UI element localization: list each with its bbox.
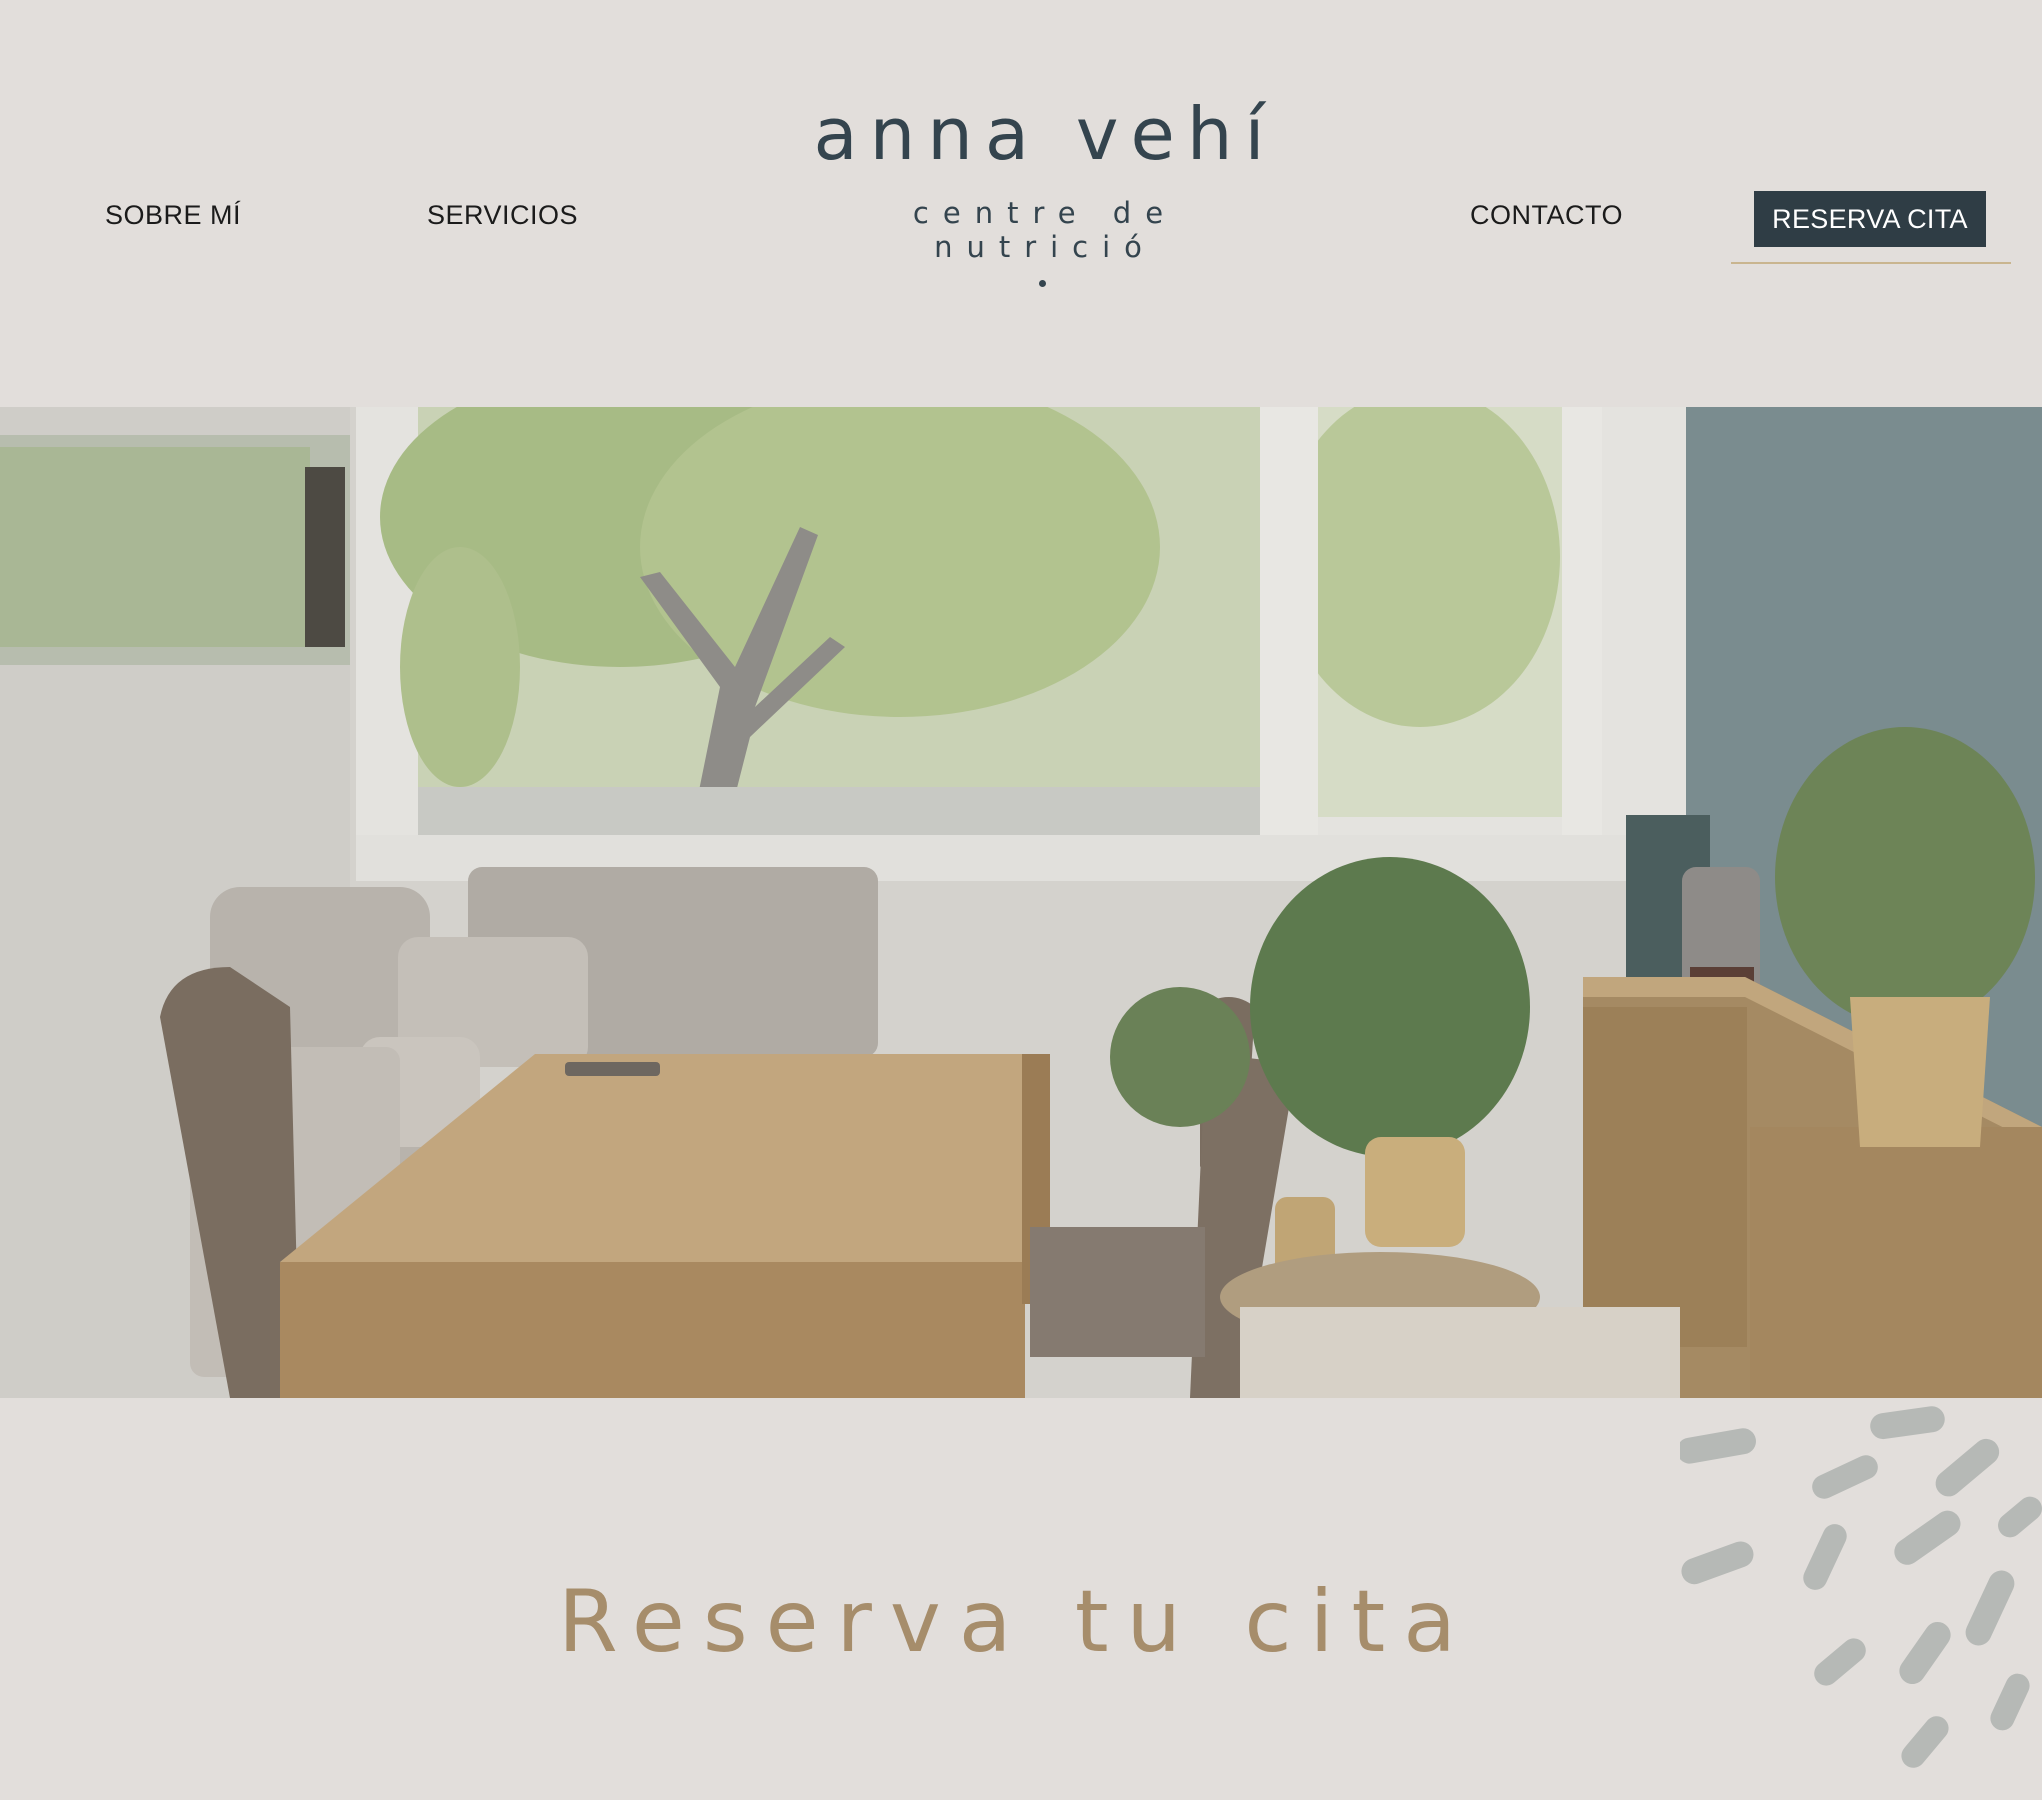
logo-subtitle: centre de nutrició (912, 196, 1178, 264)
hero-photo (0, 407, 2042, 1398)
reserva-tu-cita-heading: Reserva tu cita (558, 1572, 1474, 1672)
office-interior-photo-icon (0, 407, 2042, 1398)
logo-name: anna vehí (813, 92, 1277, 176)
cta-underline (1731, 262, 2011, 264)
site-header: SOBRE MÍ SERVICIOS anna vehí centre de n… (0, 0, 2042, 407)
site-logo[interactable]: anna vehí centre de nutrició (800, 98, 1290, 264)
nav-link-contacto[interactable]: CONTACTO (1470, 200, 1623, 231)
logo-dot (1039, 280, 1046, 287)
reserva-cita-button[interactable]: RESERVA CITA (1754, 191, 1986, 247)
nav-link-servicios[interactable]: SERVICIOS (427, 200, 578, 231)
nav-link-sobre-mi[interactable]: SOBRE MÍ (105, 200, 241, 231)
